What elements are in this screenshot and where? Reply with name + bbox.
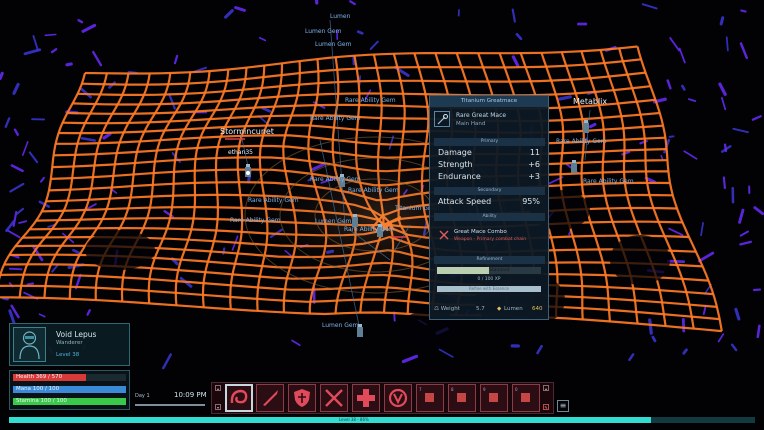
shield-icon [294,389,310,407]
world-loot-label[interactable]: Rare Ability Gem [230,217,281,224]
hotbar-slot-3[interactable] [288,384,316,412]
world-loot-label[interactable]: Lumen Gem [322,322,358,329]
item-tooltip: Titanium Greatmace Rare Great Mace Main … [429,95,549,320]
character-name: Void Lepus [56,330,97,339]
world-loot-label[interactable]: Lumen Gem [315,218,351,225]
ability-hotbar: ▴ ▾ 7 8 9 0 ▴ ✎ [211,382,554,414]
crossed-maces-icon [439,230,449,240]
avatar[interactable] [13,327,46,362]
resource-bars: Health 369 / 570 Mana 100 / 100 Stamina … [9,370,130,410]
lumen-value: 640 [532,306,543,312]
weight-icon: ⚖ [434,306,439,312]
refinement-header: Refinement [434,256,545,264]
lumen-label: Lumen [504,306,523,312]
hotbar-slot-6[interactable] [384,384,412,412]
hotbar-prev-page[interactable]: ▴ [215,385,221,391]
world-loot-label[interactable]: Rare Ability Gem [345,97,396,104]
empty-slot-marker [457,393,466,402]
empty-slot-marker [489,393,498,402]
menu-list-icon[interactable]: ≡ [557,400,569,412]
hotbar-slot-8[interactable]: 8 [448,384,476,412]
hotbar-slot-5[interactable] [352,384,380,412]
cross-plus-icon [357,389,375,407]
player-nameplate[interactable]: Stormincunet [220,127,274,136]
hotbar-slot-9[interactable]: 9 [480,384,508,412]
mana-bar: Mana 100 / 100 [13,386,126,393]
hotbar-slot-4[interactable] [320,384,348,412]
character-panel[interactable]: Void Lepus Wanderer Level 38 [9,323,130,366]
empty-slot-marker [521,393,530,402]
character-level: Level 38 [56,352,80,358]
hotbar-slot-7[interactable]: 7 [416,384,444,412]
world-loot-label[interactable]: Rare Ability Gem [248,197,299,204]
character-class: Wanderer [56,340,83,346]
hotbar-slot-2[interactable] [256,384,284,412]
day-counter: Day 1 [135,393,150,399]
hotbar-expand[interactable]: ▴ [543,385,549,391]
health-bar: Health 369 / 570 [13,374,126,381]
hotbar-slot-10[interactable]: 0 [512,384,540,412]
day-progress [135,404,205,406]
experience-bar: Level 38 - 86% [9,417,755,423]
world-loot-label[interactable]: Lumen [330,13,350,20]
time-of-day: 10:09 PM [174,391,207,399]
weight-value: 5.7 [476,306,485,312]
world-loot-label[interactable]: Rare Ability Gem [556,138,607,145]
lumen-icon: ◆ [497,306,502,312]
player-nameplate[interactable]: Metablix [573,97,607,106]
hotbar-next-page[interactable]: ▾ [215,404,221,410]
world-loot-label[interactable]: Rare Ability Gem [310,176,361,183]
dagger-slash-icon [263,390,278,406]
weight-label: Weight [440,306,460,312]
world-loot-label[interactable]: Lumen Gem [315,41,351,48]
world-loot-label[interactable]: Rare Ability Gem [310,115,361,122]
world-loot-label[interactable]: Rare Ability Gem [583,178,634,185]
hotbar-slot-1[interactable] [225,384,253,412]
crossed-swords-icon [325,389,343,407]
world-loot-label[interactable]: Lumen Gem [305,28,341,35]
refine-button[interactable]: Refine with Essence [437,286,541,292]
hotbar-edit[interactable]: ✎ [543,404,549,410]
player-nameplate[interactable]: ethan35 [228,149,253,156]
world-loot-label[interactable]: Rare Ability Gem [344,226,395,233]
world-loot-label[interactable]: Rare Ability Gem [348,187,399,194]
ability-name: Great Mace Combo [454,229,507,235]
empty-slot-marker [425,393,434,402]
swirl-strike-icon [230,389,248,404]
refinement-bar: Standard [437,267,541,274]
refinement-xp: 0 / 100 XP [477,277,501,282]
target-rune-icon [388,388,408,408]
tooltip-footer: ⚖ Weight 5.7 ◆ Lumen 640 [434,306,545,316]
stamina-bar: Stamina 100 / 100 [13,398,126,405]
ability-description: Weapon - Primary combat chain [454,237,527,242]
